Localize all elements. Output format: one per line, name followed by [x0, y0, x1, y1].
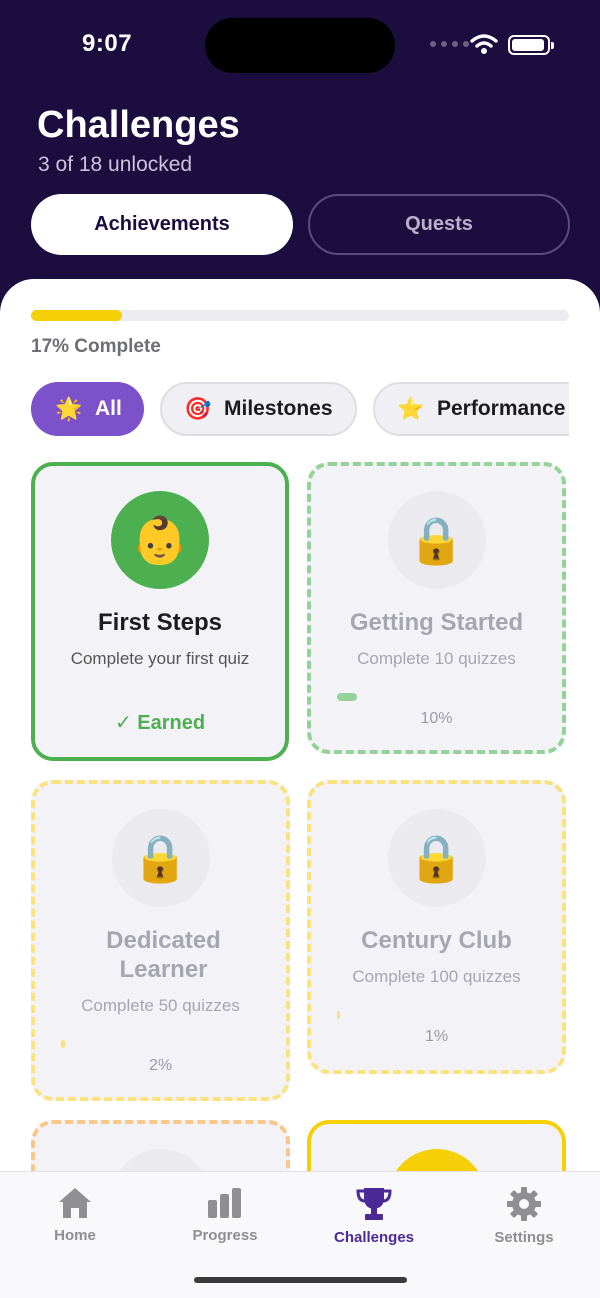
- achievement-title: Dedicated Learner: [106, 927, 221, 983]
- achievement-progress-label: 10%: [420, 710, 453, 727]
- status-bar: 9:07: [0, 0, 600, 90]
- tab-achievements[interactable]: Achievements: [31, 194, 293, 255]
- achievement-card-century-club[interactable]: 🔒 Century Club Complete 100 quizzes 1%: [307, 780, 566, 1074]
- achievement-card-dedicated-learner[interactable]: 🔒 Dedicated Learner Complete 50 quizzes …: [31, 780, 290, 1101]
- home-indicator: [194, 1277, 407, 1283]
- target-icon: 🎯: [184, 396, 212, 421]
- star-icon: 🌟: [55, 396, 83, 421]
- content-sheet: 17% Complete 🌟 All 🎯 Milestones ⭐ Perfor…: [0, 279, 600, 1298]
- tab-settings[interactable]: Settings: [464, 1186, 584, 1246]
- wifi-icon: [470, 34, 498, 54]
- tab-label: Challenges: [333, 1229, 415, 1246]
- bar-chart-icon: [208, 1188, 241, 1218]
- tab-label: Settings: [494, 1229, 554, 1246]
- tab-label: Progress: [192, 1227, 258, 1244]
- achievement-progress-bar: [337, 693, 537, 701]
- achievement-card-getting-started[interactable]: 🔒 Getting Started Complete 10 quizzes 10…: [307, 462, 566, 754]
- cellular-signal-icon: [430, 41, 469, 47]
- filter-chip-label: Performance: [437, 397, 566, 420]
- achievement-progress-label: 2%: [148, 1057, 173, 1074]
- overall-progress-bar: [31, 310, 569, 321]
- page-title: Challenges: [37, 104, 240, 146]
- achievement-progress-fill: [337, 693, 357, 701]
- status-time: 9:07: [82, 30, 133, 57]
- achievement-description: Complete your first quiz: [70, 649, 250, 668]
- tab-label: Home: [54, 1227, 96, 1244]
- achievement-title: Getting Started: [349, 609, 524, 636]
- achievement-description: Complete 100 quizzes: [352, 967, 521, 986]
- achievement-progress-fill: [337, 1011, 340, 1019]
- overall-progress-fill: [31, 310, 123, 321]
- home-icon: [59, 1188, 91, 1218]
- lock-icon: 🔒: [387, 809, 486, 907]
- lock-icon: 🔒: [111, 809, 210, 907]
- achievement-description: Complete 50 quizzes: [81, 996, 240, 1015]
- star-icon: ⭐: [397, 396, 425, 421]
- achievement-progress-bar: [337, 1011, 537, 1019]
- trophy-icon: [356, 1188, 392, 1220]
- achievement-progress-fill: [61, 1040, 65, 1048]
- filter-chips: 🌟 All 🎯 Milestones ⭐ Performance: [31, 382, 569, 438]
- gear-icon: [507, 1187, 541, 1221]
- achievement-progress-label: 1%: [424, 1028, 449, 1045]
- dynamic-island: [205, 18, 395, 73]
- tab-progress[interactable]: Progress: [165, 1186, 285, 1244]
- earned-status: ✓ Earned: [114, 712, 206, 734]
- achievement-title: First Steps: [97, 609, 223, 636]
- baby-icon: 👶: [111, 491, 209, 589]
- achievement-description: Complete 10 quizzes: [357, 649, 516, 668]
- achievement-title: Century Club: [361, 927, 512, 954]
- progress-label: 17% Complete: [31, 336, 161, 357]
- unlocked-count: 3 of 18 unlocked: [38, 153, 193, 176]
- tab-quests[interactable]: Quests: [308, 194, 570, 255]
- filter-chip-label: Milestones: [224, 397, 333, 420]
- battery-icon: [508, 35, 554, 55]
- bottom-tab-bar: Home Progress Challenges Settings: [0, 1171, 600, 1298]
- filter-chip-label: All: [95, 397, 122, 420]
- filter-chip-performance[interactable]: ⭐ Performance: [373, 382, 569, 436]
- lock-icon: 🔒: [387, 491, 486, 589]
- filter-chip-milestones[interactable]: 🎯 Milestones: [160, 382, 357, 436]
- achievement-card-first-steps[interactable]: 👶 First Steps Complete your first quiz ✓…: [31, 462, 289, 761]
- tab-challenges[interactable]: Challenges: [314, 1186, 434, 1246]
- achievement-progress-bar: [61, 1040, 261, 1048]
- filter-chip-all[interactable]: 🌟 All: [31, 382, 144, 436]
- tab-home[interactable]: Home: [15, 1186, 135, 1244]
